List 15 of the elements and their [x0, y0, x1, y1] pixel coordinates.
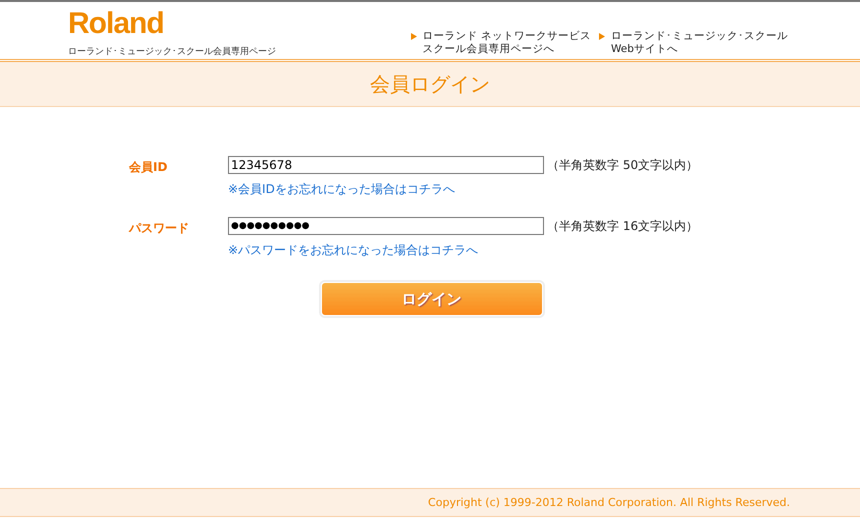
triangle-icon	[410, 33, 417, 40]
help-link[interactable]: ※会員IDをお忘れになった場合はコチラへ	[228, 181, 698, 198]
header-link[interactable]: ローランド･ミュージック･スクール Webサイトへ	[611, 30, 788, 56]
input-field[interactable]: 12345678	[228, 156, 544, 174]
field-label: 会員ID	[129, 159, 168, 176]
input-field[interactable]: ●●●●●●●●●●	[228, 217, 544, 235]
field-note: （半角英数字 16文字以内）	[547, 218, 698, 234]
page-title: 会員ログイン	[370, 70, 490, 98]
site-subtitle: ローランド･ミュージック･スクール会員専用ページ	[68, 46, 276, 58]
triangle-icon	[599, 33, 605, 40]
copyright-text: Copyright (c) 1999-2012 Roland Corporation. All Rights Reserved.	[428, 496, 790, 509]
field-note: （半角英数字 50文字以内）	[547, 156, 698, 174]
header-link[interactable]: ローランド ネットワークサービス スクール会員専用ページへ	[422, 30, 591, 56]
help-link[interactable]: ※パスワードをお忘れになった場合はコチラへ	[228, 242, 698, 259]
field-label: パスワード	[129, 220, 190, 237]
